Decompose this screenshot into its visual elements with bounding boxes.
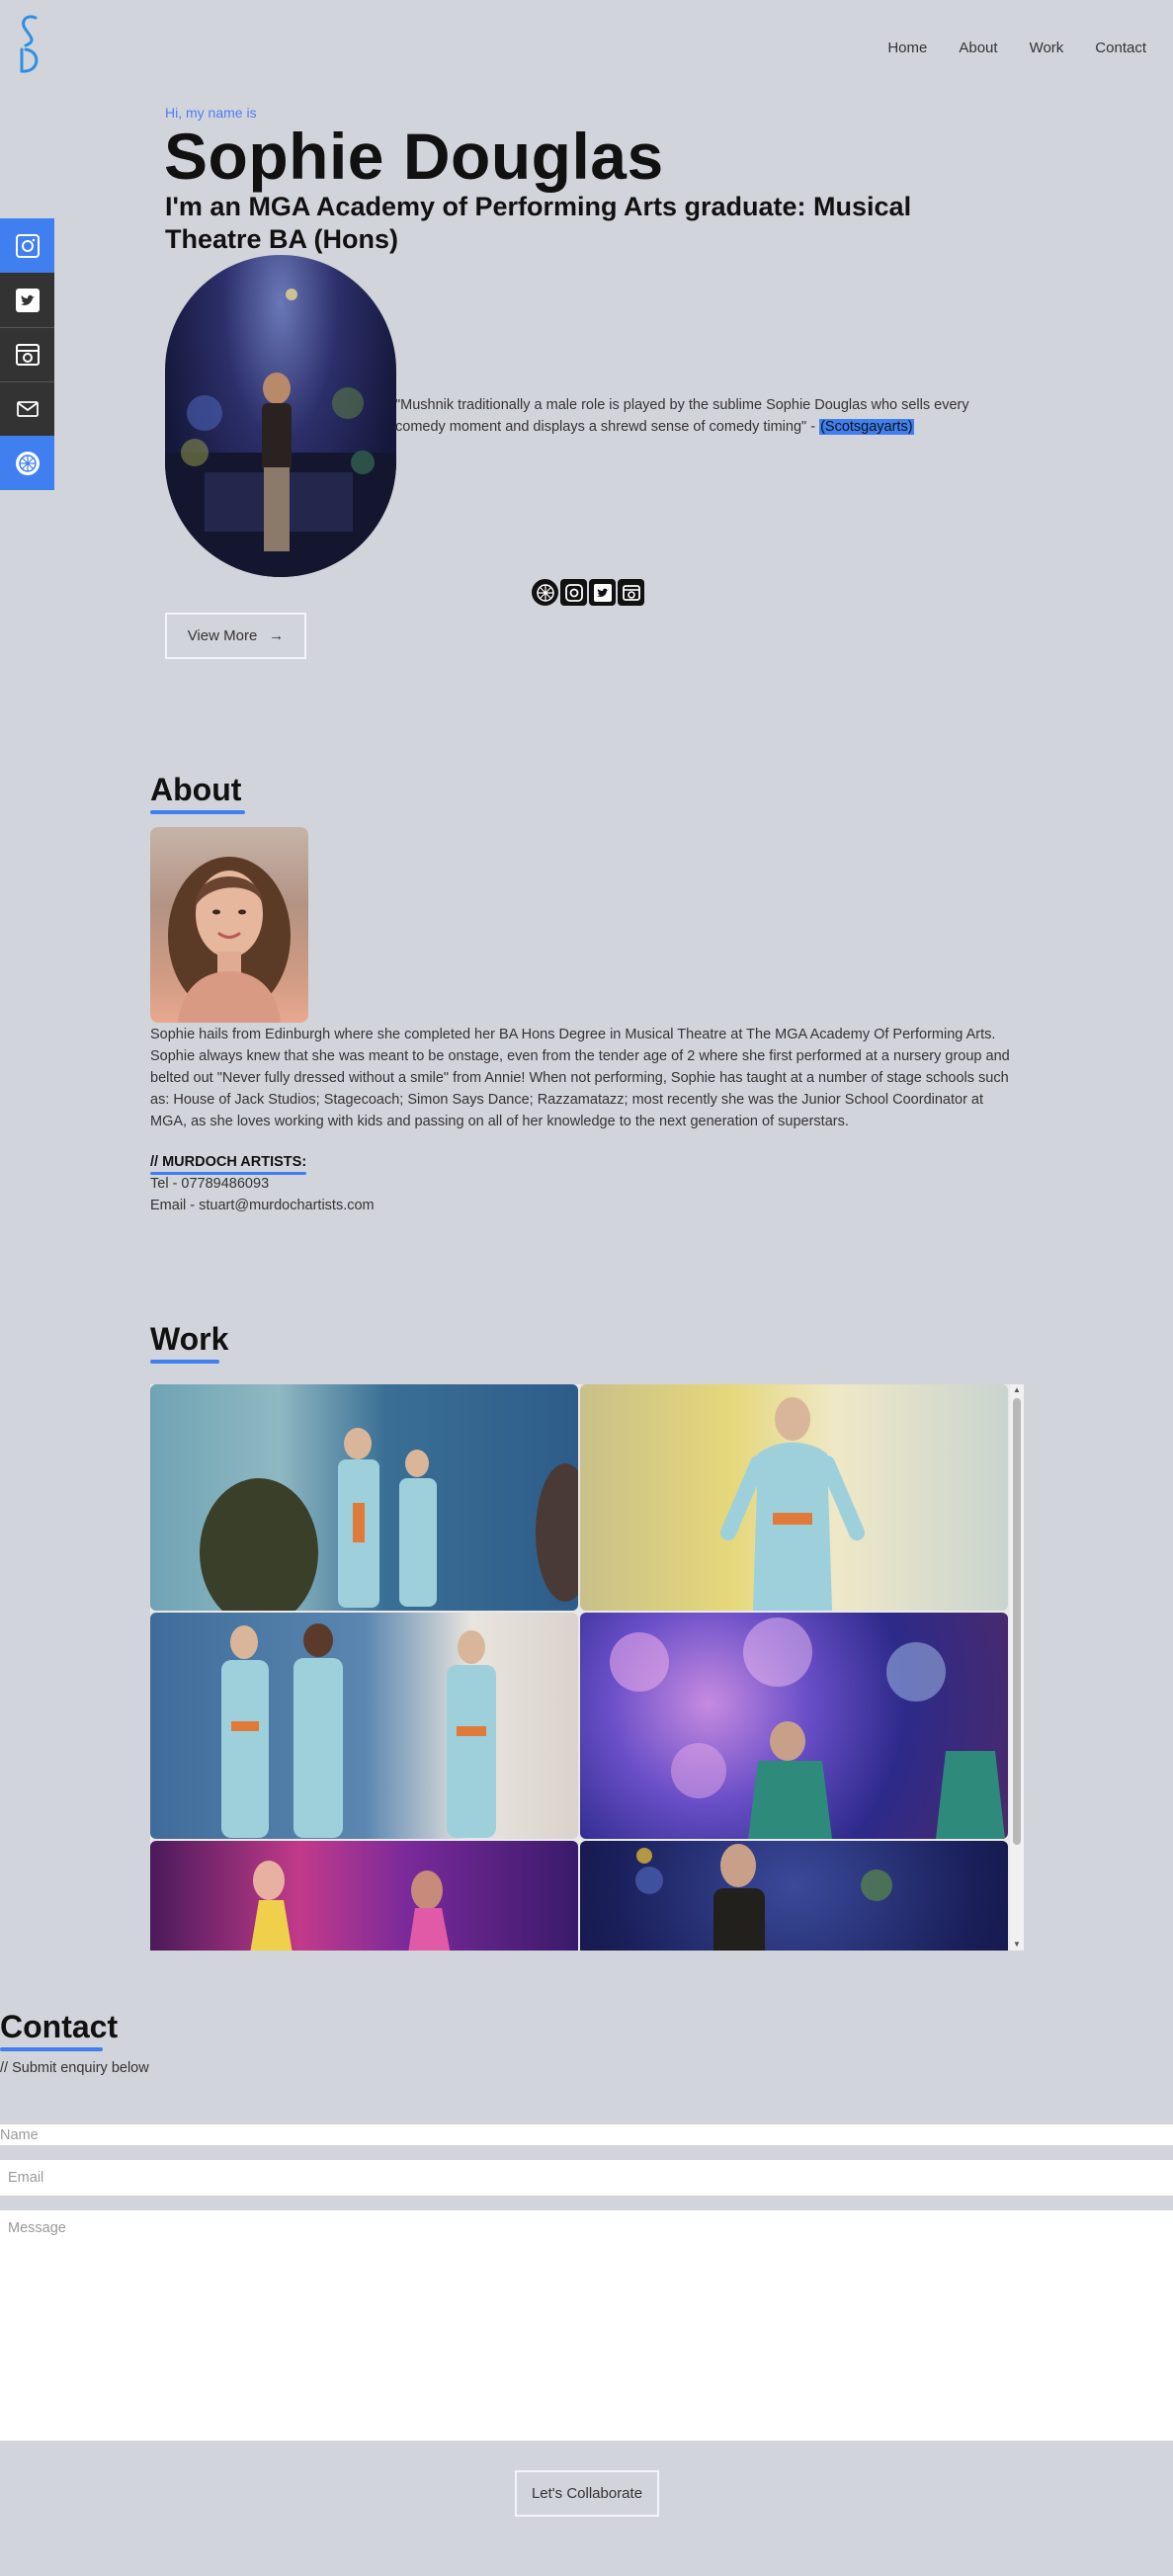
contact-note: // Submit enquiry below <box>0 2060 149 2076</box>
twitter-icon[interactable] <box>0 273 54 327</box>
agency-underline <box>150 1172 307 1175</box>
gallery-image-5[interactable] <box>150 1841 578 1951</box>
scroll-down-icon[interactable]: ▼ <box>1013 1941 1021 1949</box>
email-field[interactable] <box>0 2160 1173 2196</box>
heading-underline <box>150 1360 219 1364</box>
scroll-up-icon[interactable]: ▲ <box>1013 1386 1021 1394</box>
nav-contact[interactable]: Contact <box>1095 40 1146 56</box>
nav-home[interactable]: Home <box>887 40 927 56</box>
work-gallery[interactable]: ▲ ▼ <box>150 1384 1024 1951</box>
hero-stage-photo <box>165 255 396 577</box>
view-more-button[interactable]: View More → <box>165 613 306 659</box>
heading-underline <box>0 2047 103 2051</box>
nav-about[interactable]: About <box>959 40 997 56</box>
nav-work[interactable]: Work <box>1030 40 1064 56</box>
instagram-icon[interactable] <box>560 579 587 606</box>
gallery-image-4[interactable] <box>580 1613 1008 1839</box>
gallery-image-6[interactable] <box>580 1841 1008 1951</box>
heading-underline <box>150 810 245 814</box>
profile-portrait <box>150 827 308 1023</box>
press-quote: "Mushnik traditionally a male role is pl… <box>395 394 1008 438</box>
tagline: I'm an MGA Academy of Performing Arts gr… <box>165 192 912 254</box>
logo[interactable] <box>14 12 43 75</box>
quote-source-link[interactable]: (Scotsgayarts) <box>819 419 914 435</box>
gallery-grid <box>150 1384 1008 1951</box>
gallery-image-1[interactable] <box>150 1384 578 1611</box>
gallery-image-3[interactable] <box>150 1613 578 1839</box>
work-heading: Work <box>150 1321 229 1364</box>
about-heading-text: About <box>150 772 242 807</box>
agency-text: // MURDOCH ARTISTS: <box>150 1154 307 1170</box>
mail-icon[interactable] <box>0 381 54 436</box>
about-heading: About <box>150 772 245 814</box>
gallery-scroll-thumb[interactable] <box>1013 1398 1021 1845</box>
gallery-scrollbar[interactable]: ▲ ▼ <box>1010 1384 1024 1951</box>
twitter-icon[interactable] <box>589 579 616 606</box>
instagram-icon[interactable] <box>0 218 54 273</box>
agency-phone: Tel - 07789486093 <box>150 1176 270 1192</box>
work-heading-text: Work <box>150 1321 229 1357</box>
submit-button[interactable]: Let's Collaborate <box>515 2470 659 2517</box>
social-links-row <box>532 579 644 606</box>
camera-icon[interactable] <box>618 579 644 606</box>
spotlight-icon[interactable] <box>0 436 54 490</box>
arrow-right-icon: → <box>269 627 285 644</box>
contact-heading-text: Contact <box>0 2009 119 2044</box>
main-nav: Home About Work Contact <box>887 40 1146 56</box>
contact-heading: Contact <box>0 2009 119 2051</box>
gallery-image-2[interactable] <box>580 1384 1008 1611</box>
about-bio: Sophie hails from Edinburgh where she co… <box>150 1027 1010 1129</box>
page-title: Sophie Douglas <box>164 120 664 193</box>
spotlight-icon[interactable] <box>532 579 558 606</box>
camera-icon[interactable] <box>0 327 54 381</box>
agency-label: // MURDOCH ARTISTS: <box>150 1154 307 1175</box>
agency-email: Email - stuart@murdochartists.com <box>150 1198 375 1213</box>
name-field[interactable] <box>0 2124 1173 2145</box>
social-sidebar <box>0 218 54 490</box>
message-field[interactable] <box>0 2210 1173 2441</box>
view-more-label: View More <box>187 627 258 644</box>
